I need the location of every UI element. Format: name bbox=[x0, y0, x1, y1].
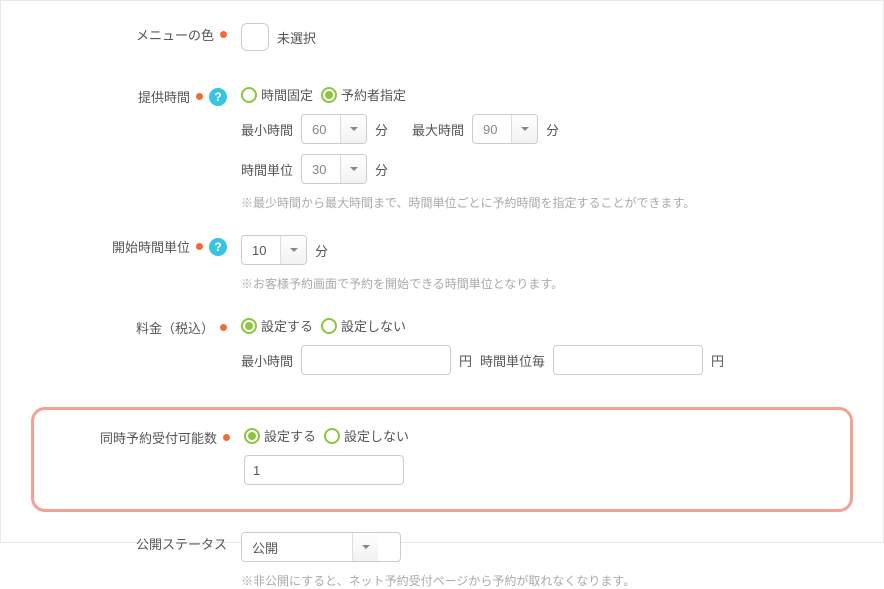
concurrent-input[interactable] bbox=[244, 455, 404, 485]
currency-text: 円 bbox=[711, 351, 724, 370]
currency-text: 円 bbox=[459, 351, 472, 370]
help-icon[interactable]: ? bbox=[209, 88, 227, 106]
radio-label: 設定しない bbox=[341, 316, 406, 335]
radio-customer-specified[interactable]: 予約者指定 bbox=[321, 85, 406, 104]
label-text: 同時予約受付可能数 bbox=[100, 428, 217, 447]
label-text: 提供時間 bbox=[138, 87, 190, 106]
label-text: 公開ステータス bbox=[136, 534, 227, 553]
select-value: 公開 bbox=[242, 538, 352, 557]
price-min-input[interactable] bbox=[301, 345, 451, 375]
unit-text: 分 bbox=[315, 241, 328, 260]
chevron-down-icon bbox=[511, 115, 537, 143]
help-icon[interactable]: ? bbox=[209, 238, 227, 256]
field-start-unit: 10 分 ※お客様予約画面で予約を開始できる時間単位となります。 bbox=[241, 233, 853, 292]
field-service-time: 時間固定 予約者指定 最小時間 60 分 最大時間 90 bbox=[241, 83, 853, 211]
start-unit-hint: ※お客様予約画面で予約を開始できる時間単位となります。 bbox=[241, 275, 853, 292]
price-min-label: 最小時間 bbox=[241, 351, 293, 370]
row-service-time: 提供時間 ? 時間固定 予約者指定 最小時間 60 bbox=[31, 83, 853, 211]
select-value: 90 bbox=[473, 122, 511, 137]
max-time-label: 最大時間 bbox=[412, 120, 464, 139]
radio-label: 予約者指定 bbox=[341, 85, 406, 104]
radio-label: 時間固定 bbox=[261, 85, 313, 104]
row-menu-color: メニューの色 未選択 bbox=[31, 21, 853, 61]
color-value-text: 未選択 bbox=[277, 28, 316, 47]
min-time-select[interactable]: 60 bbox=[301, 114, 367, 144]
max-time-select[interactable]: 90 bbox=[472, 114, 538, 144]
required-icon bbox=[196, 243, 203, 250]
select-value: 60 bbox=[302, 122, 340, 137]
chevron-down-icon bbox=[352, 533, 378, 561]
price-per-unit-label: 時間単位毎 bbox=[480, 351, 545, 370]
chevron-down-icon bbox=[280, 236, 306, 264]
chevron-down-icon bbox=[340, 155, 366, 183]
time-unit-select[interactable]: 30 bbox=[301, 154, 367, 184]
radio-price-set[interactable]: 設定する bbox=[241, 316, 313, 335]
required-icon bbox=[223, 434, 230, 441]
field-concurrent: 設定する 設定しない bbox=[244, 424, 840, 485]
label-start-unit: 開始時間単位 ? bbox=[31, 233, 241, 256]
label-concurrent: 同時予約受付可能数 bbox=[44, 424, 244, 447]
label-price: 料金（税込） bbox=[31, 314, 241, 337]
label-text: 開始時間単位 bbox=[112, 237, 190, 256]
time-unit-label: 時間単位 bbox=[241, 160, 293, 179]
highlight-concurrent: 同時予約受付可能数 設定する 設定しない bbox=[31, 407, 853, 512]
field-menu-color: 未選択 bbox=[241, 21, 853, 61]
label-menu-color: メニューの色 bbox=[31, 21, 241, 44]
select-value: 30 bbox=[302, 162, 340, 177]
radio-price-unset[interactable]: 設定しない bbox=[321, 316, 406, 335]
service-time-hint: ※最少時間から最大時間まで、時間単位ごとに予約時間を指定することができます。 bbox=[241, 194, 853, 211]
radio-time-fixed[interactable]: 時間固定 bbox=[241, 85, 313, 104]
unit-text: 分 bbox=[375, 120, 388, 139]
color-swatch[interactable] bbox=[241, 23, 269, 51]
label-service-time: 提供時間 ? bbox=[31, 83, 241, 106]
required-icon bbox=[220, 324, 227, 331]
label-text: 料金（税込） bbox=[136, 318, 214, 337]
required-icon bbox=[196, 93, 203, 100]
field-publish-status: 公開 ※非公開にすると、ネット予約受付ページから予約が取れなくなります。 bbox=[241, 530, 853, 589]
price-per-unit-input[interactable] bbox=[553, 345, 703, 375]
field-price: 設定する 設定しない 最小時間 円 時間単位毎 円 bbox=[241, 314, 853, 385]
row-publish-status: 公開ステータス 公開 ※非公開にすると、ネット予約受付ページから予約が取れなくな… bbox=[31, 530, 853, 589]
settings-form: メニューの色 未選択 提供時間 ? 時間固定 予約者指 bbox=[0, 0, 884, 543]
radio-concurrent-set[interactable]: 設定する bbox=[244, 426, 316, 445]
required-icon bbox=[220, 31, 227, 38]
min-time-label: 最小時間 bbox=[241, 120, 293, 139]
unit-text: 分 bbox=[546, 120, 559, 139]
row-concurrent: 同時予約受付可能数 設定する 設定しない bbox=[44, 424, 840, 485]
publish-status-hint: ※非公開にすると、ネット予約受付ページから予約が取れなくなります。 bbox=[241, 572, 853, 589]
label-publish-status: 公開ステータス bbox=[31, 530, 241, 553]
radio-label: 設定する bbox=[264, 426, 316, 445]
label-text: メニューの色 bbox=[136, 25, 214, 44]
radio-concurrent-unset[interactable]: 設定しない bbox=[324, 426, 409, 445]
publish-status-select[interactable]: 公開 bbox=[241, 532, 401, 562]
chevron-down-icon bbox=[340, 115, 366, 143]
row-start-unit: 開始時間単位 ? 10 分 ※お客様予約画面で予約を開始できる時間単位となります… bbox=[31, 233, 853, 292]
row-price: 料金（税込） 設定する 設定しない 最小時間 円 時間単位毎 円 bbox=[31, 314, 853, 385]
select-value: 10 bbox=[242, 243, 280, 258]
radio-label: 設定しない bbox=[344, 426, 409, 445]
unit-text: 分 bbox=[375, 160, 388, 179]
radio-label: 設定する bbox=[261, 316, 313, 335]
start-unit-select[interactable]: 10 bbox=[241, 235, 307, 265]
